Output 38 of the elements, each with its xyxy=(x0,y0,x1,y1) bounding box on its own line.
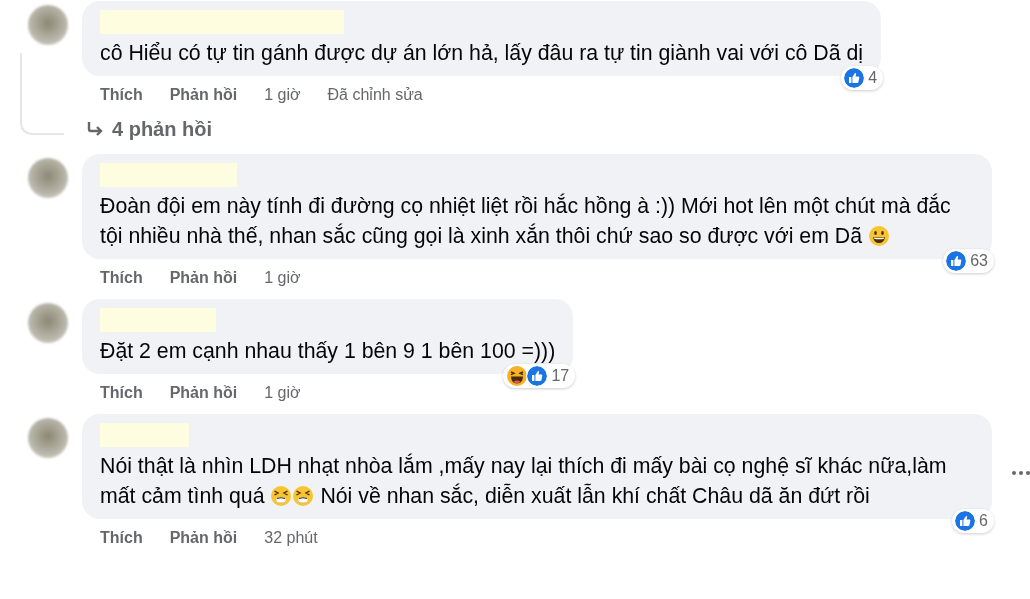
comment-text: Nói thật là nhìn LDH nhạt nhòa lắm ,mấy nay lại thích đi mấy bài cọ nghệ sĩ khác nữa,làm mất cảm tình quá Nói về nhan sắc, diễn xuất lẫn khí chất Châu dã ăn đứt rồi xyxy=(100,452,948,510)
sneezing-face-icon xyxy=(270,485,293,507)
reaction-count: 63 xyxy=(970,252,988,270)
comment-text: Đoàn đội em này tính đi đường cọ nhiệt liệt rồi hắc hồng à :)) Mới hot lên một chút mà đắc tội nhiều nhà thế, nhan sắc cũng gọi là xinh xắn thôi chứ sao so được với em Dã xyxy=(100,192,952,250)
reply-link[interactable]: Phản hồi xyxy=(169,384,238,402)
reaction-count: 17 xyxy=(551,367,570,385)
reply-link[interactable]: Phản hồi xyxy=(169,269,238,287)
edited-label: Đã chỉnh sửa xyxy=(327,86,423,104)
comment-time[interactable]: 1 giờ xyxy=(264,384,301,402)
avatar[interactable] xyxy=(28,303,68,343)
reaction-badge[interactable]: 6 xyxy=(952,509,994,533)
thumbs-up-icon xyxy=(945,250,968,272)
thumbs-up-icon xyxy=(954,510,977,532)
avatar[interactable] xyxy=(28,158,68,198)
reaction-badge[interactable]: 17 xyxy=(503,364,576,388)
avatar[interactable] xyxy=(28,5,68,45)
view-replies-link[interactable]: 4 phản hồi xyxy=(82,112,1030,146)
comment-time[interactable]: 32 phút xyxy=(264,529,318,547)
comment-text: cô Hiểu có tự tin gánh được dự án lớn hả, lấy đâu ra tự tin giành vai với cô Dã dị xyxy=(100,40,864,67)
like-link[interactable]: Thích xyxy=(100,86,143,104)
reply-arrow-icon xyxy=(86,121,104,137)
reaction-count: 6 xyxy=(979,512,988,530)
like-link[interactable]: Thích xyxy=(100,529,143,547)
like-link[interactable]: Thích xyxy=(100,384,143,402)
sneezing-face-icon xyxy=(292,485,315,507)
reply-link[interactable]: Phản hồi xyxy=(169,86,238,104)
like-link[interactable]: Thích xyxy=(100,269,143,287)
reply-link[interactable]: Phản hồi xyxy=(169,529,238,547)
reaction-badge[interactable]: 4 xyxy=(841,66,884,90)
grinning-face-icon xyxy=(867,225,890,247)
thumbs-up-icon xyxy=(526,365,549,387)
comment-time[interactable]: 1 giờ xyxy=(264,269,301,287)
reaction-badge[interactable]: 63 xyxy=(943,249,994,273)
reaction-count: 4 xyxy=(868,69,878,87)
comment-time[interactable]: 1 giờ xyxy=(264,86,301,104)
comment-text: Đặt 2 em cạnh nhau thấy 1 bên 9 1 bên 100 =))) xyxy=(100,338,556,365)
avatar[interactable] xyxy=(28,418,68,458)
thumbs-up-icon xyxy=(843,67,866,89)
